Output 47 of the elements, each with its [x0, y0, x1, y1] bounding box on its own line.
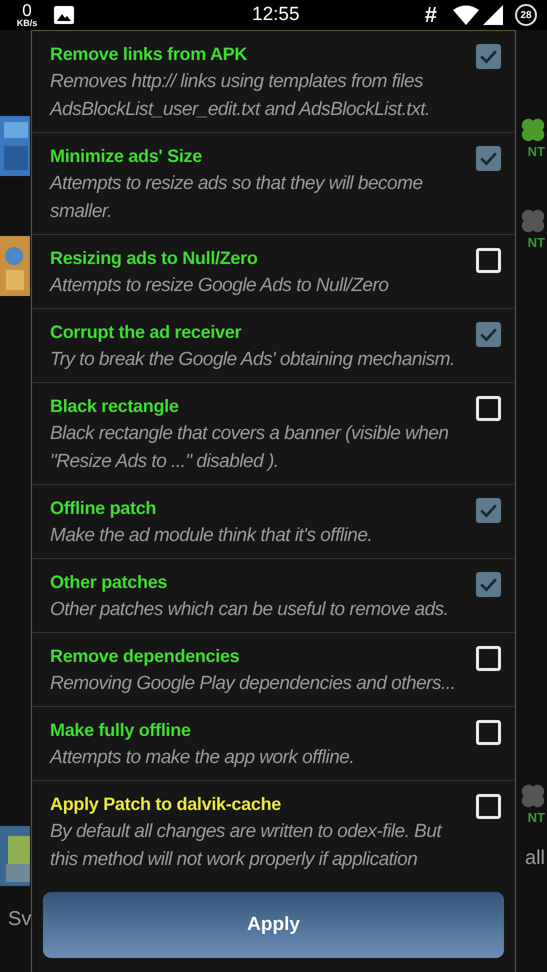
option-description: Attempts to resize ads so that they will become smaller. — [50, 172, 424, 224]
option-description: Attempts to resize Google Ads to Null/Zero — [50, 274, 390, 298]
option-description: Removing Google Play dependencies and others... — [50, 672, 456, 696]
checkbox[interactable] — [476, 646, 502, 671]
option-description: Removes http:// links using templates from files AdsBlockList_user_edit.txt and AdsBlockList.txt. — [50, 70, 431, 122]
checkbox[interactable] — [476, 248, 502, 273]
option-description: By default all changes are written to odex-file. But this method will not work properly if application — [50, 820, 444, 872]
network-speed: 0 — [22, 2, 32, 19]
option-title: Black rectangle — [50, 395, 180, 418]
checkbox[interactable] — [476, 322, 502, 347]
clover-icon — [519, 116, 547, 144]
clock: 12:55 — [252, 4, 300, 26]
app-label: NT — [528, 235, 545, 250]
option-title: Minimize ads' Size — [50, 145, 203, 168]
hash-icon: # — [424, 2, 437, 28]
signal-icon — [483, 5, 503, 25]
checkbox[interactable] — [476, 794, 502, 819]
option-title: Resizing ads to Null/Zero — [50, 247, 259, 270]
network-speed-unit: KB/s — [16, 19, 38, 28]
battery-indicator: 28 — [515, 4, 537, 26]
option-title: Offline patch — [50, 497, 158, 520]
app-label: Sv — [8, 908, 32, 931]
option-description: Try to break the Google Ads' obtaining mechanism. — [50, 348, 456, 372]
option-title: Other patches — [50, 571, 168, 594]
apply-button[interactable]: Apply — [43, 892, 504, 958]
option-title: Corrupt the ad receiver — [50, 321, 242, 344]
app-label: all — [524, 847, 545, 870]
option-title: Remove links from APK — [50, 43, 248, 66]
option-description: Make the ad module think that it's offline. — [50, 524, 374, 548]
option-title: Make fully offline — [50, 719, 192, 742]
checkbox[interactable] — [476, 572, 502, 597]
option-description: Black rectangle that covers a banner (visible when "Resize Ads to ..." disabled ). — [50, 422, 450, 474]
option-description: Attempts to make the app work offline. — [50, 746, 356, 770]
clover-icon — [519, 207, 547, 235]
option-description: Other patches which can be useful to remove ads. — [50, 598, 450, 622]
option-title: Apply Patch to dalvik-cache — [50, 793, 282, 816]
checkbox[interactable] — [476, 396, 502, 421]
clover-icon — [519, 782, 547, 810]
wifi-icon — [453, 5, 479, 25]
image-icon — [54, 6, 74, 24]
app-label: NT — [528, 144, 545, 159]
option-title: Remove dependencies — [50, 645, 240, 668]
app-label: NT — [528, 810, 545, 825]
checkbox[interactable] — [476, 720, 502, 745]
checkbox[interactable] — [476, 146, 502, 171]
checkbox[interactable] — [476, 498, 502, 523]
checkbox[interactable] — [476, 44, 502, 69]
